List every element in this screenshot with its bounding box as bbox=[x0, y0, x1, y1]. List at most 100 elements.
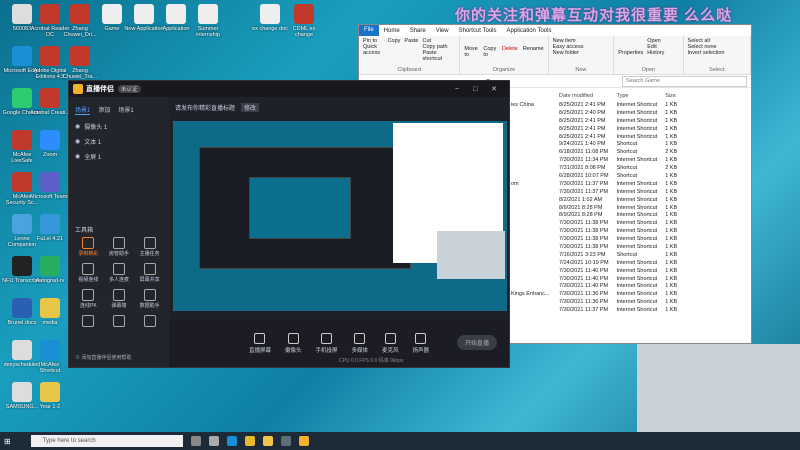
start-live-button[interactable]: 开始直播 bbox=[456, 335, 497, 350]
tool-item[interactable] bbox=[134, 315, 165, 328]
store-icon[interactable] bbox=[280, 436, 291, 446]
table-row[interactable]: 7/30/2021 11:38 PM Internet Shortcut 1 KB bbox=[507, 227, 681, 235]
source-button[interactable]: 摄像头 bbox=[285, 332, 301, 354]
tool-item[interactable]: 屏幕共享 bbox=[134, 263, 165, 283]
desktop-icon[interactable]: Summer internship bbox=[188, 4, 228, 38]
table-row[interactable]: 8/2/2021 1:02 AM Internet Shortcut 1 KB bbox=[507, 196, 681, 204]
table-row[interactable]: 8/25/2021 2:40 PM Internet Shortcut 1 KB bbox=[507, 109, 681, 117]
scene-tab-1[interactable]: 场景1 bbox=[75, 105, 91, 115]
tool-item[interactable]: 视频连线 bbox=[73, 263, 104, 283]
table-row[interactable]: 8/25/2021 2:41 PM Internet Shortcut 1 KB bbox=[507, 117, 681, 125]
tool-item[interactable]: 连线PK bbox=[73, 289, 104, 309]
task-view-icon[interactable] bbox=[190, 436, 201, 446]
table-row[interactable]: 7/30/2021 11:37 PM Internet Shortcut 1 KB bbox=[507, 306, 681, 314]
table-row[interactable]: 7/30/2021 11:38 PM Internet Shortcut 1 KB bbox=[507, 235, 681, 243]
eye-icon[interactable]: ◉ bbox=[75, 153, 80, 160]
stream-preview[interactable] bbox=[173, 121, 507, 311]
desktop-icon[interactable]: media bbox=[30, 298, 70, 326]
layer-fullscreen[interactable]: ◉ 全屏 1 bbox=[69, 149, 169, 164]
tab-home[interactable]: Home bbox=[379, 28, 405, 34]
window-controls[interactable]: − □ ✕ bbox=[455, 85, 503, 93]
tab-view[interactable]: View bbox=[431, 28, 454, 34]
source-button[interactable]: 多媒体 bbox=[352, 332, 368, 354]
edit-title-button[interactable]: 修改 bbox=[241, 103, 260, 112]
task-manager-icon[interactable] bbox=[208, 436, 219, 446]
tab-shortcut-tools[interactable]: Shortcut Tools bbox=[454, 28, 502, 34]
desktop-icon[interactable]: CDML ex change bbox=[284, 4, 324, 38]
table-row[interactable]: 7/30/2021 11:37 PM Internet Shortcut 1 KB bbox=[507, 188, 681, 196]
table-row[interactable]: 8/9/2021 8:28 PM Internet Shortcut 1 KB bbox=[507, 204, 681, 212]
copy-to-button[interactable]: Copy to bbox=[483, 46, 497, 58]
tool-item[interactable]: 主播任务 bbox=[134, 237, 165, 257]
table-row[interactable]: 6/18/2021 11:08 PM Shortcut 2 KB bbox=[507, 148, 681, 156]
tool-item[interactable]: 房管助手 bbox=[104, 237, 135, 257]
source-button[interactable]: 麦克风 bbox=[382, 332, 399, 354]
column-size[interactable]: Size bbox=[661, 91, 681, 101]
tab-application-tools[interactable]: Application Tools bbox=[502, 28, 557, 34]
history-button[interactable]: History bbox=[647, 50, 664, 56]
copy-button[interactable]: Copy bbox=[388, 38, 401, 62]
table-row[interactable]: 8/9/2021 8:28 PM Internet Shortcut 1 KB bbox=[507, 211, 681, 219]
column-name[interactable] bbox=[507, 91, 555, 101]
source-button[interactable]: 扬声器 bbox=[413, 332, 429, 354]
invert-selection-button[interactable]: Invert selection bbox=[688, 50, 746, 56]
live-companion-taskbar-icon[interactable] bbox=[298, 436, 309, 446]
table-row[interactable]: 7/30/2021 11:40 PM Internet Shortcut 1 KB bbox=[507, 275, 681, 283]
tool-item[interactable]: 弹幕墙 bbox=[104, 289, 135, 309]
table-row[interactable]: 7/30/2021 11:40 PM Internet Shortcut 1 KB bbox=[507, 267, 681, 275]
search-input[interactable]: Search Game bbox=[622, 75, 747, 87]
desktop-icon[interactable]: Year 1-2 bbox=[30, 382, 70, 410]
column-date-modified[interactable]: Date modified bbox=[555, 91, 613, 101]
desktop-icon[interactable]: McAfee Shortcut bbox=[30, 340, 70, 374]
explorer-icon[interactable] bbox=[262, 436, 273, 446]
move-to-button[interactable]: Move to bbox=[464, 46, 478, 58]
column-type[interactable]: Type bbox=[613, 91, 662, 101]
paste-shortcut-button[interactable]: Paste shortcut bbox=[423, 50, 456, 62]
scene-tab-2[interactable]: 场景1 bbox=[118, 105, 133, 115]
layer-text[interactable]: ◉ 文本 1 bbox=[69, 134, 169, 149]
desktop-icon[interactable]: Autograd-rv bbox=[30, 256, 70, 284]
tab-file[interactable]: File bbox=[359, 25, 379, 36]
paste-button[interactable]: Paste bbox=[404, 38, 418, 62]
tool-item[interactable] bbox=[73, 315, 104, 328]
desktop-icon[interactable]: Microsoft Teams bbox=[30, 172, 70, 200]
table-row[interactable]: 7/30/2021 11:38 PM Internet Shortcut 1 KB bbox=[507, 219, 681, 227]
desktop-icon[interactable]: FuLei 4.21 bbox=[30, 214, 70, 242]
properties-button[interactable]: Properties bbox=[618, 38, 643, 56]
pin-quick-access-button[interactable]: Pin to Quick access bbox=[363, 38, 384, 62]
desktop-icon[interactable]: Acrobat Creati... bbox=[30, 88, 70, 116]
table-row[interactable]: 7/16/2021 3:23 PM Shortcut 1 KB bbox=[507, 251, 681, 259]
table-row[interactable]: 7/30/2021 11:38 PM Internet Shortcut 1 KB bbox=[507, 243, 681, 251]
table-row[interactable]: 6/28/2021 10:07 PM Shortcut 1 KB bbox=[507, 172, 681, 180]
source-button[interactable]: 直播屏幕 bbox=[249, 332, 271, 354]
room-title[interactable]: 请发布你精彩直播标题 bbox=[175, 103, 235, 112]
table-row[interactable]: 7/30/2021 11:36 PM Internet Shortcut 1 KB bbox=[507, 298, 681, 306]
table-row[interactable]: 7/31/2021 8:08 PM Shortcut 2 KB bbox=[507, 164, 681, 172]
table-row[interactable]: 7/30/2021 11:40 PM Internet Shortcut 1 KB bbox=[507, 282, 681, 290]
tool-item[interactable] bbox=[104, 315, 135, 328]
layer-camera[interactable]: ◉ 摄像头 1 bbox=[69, 119, 169, 134]
source-button[interactable]: 手机投屏 bbox=[315, 332, 338, 354]
table-row[interactable]: om 7/30/2021 11:37 PM Internet Shortcut 1 K… bbox=[507, 180, 681, 188]
tool-item[interactable]: 多人连麦 bbox=[104, 263, 135, 283]
table-row[interactable]: ies China 8/25/2021 2:41 PM Internet Short… bbox=[507, 101, 681, 109]
delete-button[interactable]: Delete bbox=[502, 46, 518, 58]
table-row[interactable]: Kings Enhanc... 7/30/2021 11:36 PM Interne… bbox=[507, 290, 681, 298]
desktop-icon[interactable]: Zoom bbox=[30, 130, 70, 158]
eye-icon[interactable]: ◉ bbox=[75, 123, 80, 130]
tab-share[interactable]: Share bbox=[405, 28, 431, 34]
verify-badge[interactable]: 未认证 bbox=[118, 85, 141, 93]
table-row[interactable]: 7/30/2021 11:34 PM Internet Shortcut 1 KB bbox=[507, 156, 681, 164]
add-scene-tab[interactable]: 添加 bbox=[98, 105, 110, 115]
eye-icon[interactable]: ◉ bbox=[75, 138, 80, 145]
table-row[interactable]: 8/25/2021 2:41 PM Internet Shortcut 1 KB bbox=[507, 133, 681, 141]
table-row[interactable]: 9/24/2021 1:40 PM Shortcut 1 KB bbox=[507, 140, 681, 148]
start-icon[interactable]: ⊞ bbox=[4, 437, 11, 446]
table-row[interactable]: 8/25/2021 2:41 PM Internet Shortcut 1 KB bbox=[507, 125, 681, 133]
help-note[interactable]: ※ 添加直播伴侣使用帮助 bbox=[75, 354, 131, 361]
tool-item[interactable]: 数据助手 bbox=[134, 289, 165, 309]
edge-icon[interactable] bbox=[226, 436, 237, 446]
table-row[interactable]: 7/24/2021 10:19 PM Internet Shortcut 1 KB bbox=[507, 259, 681, 267]
new-folder-button[interactable]: New folder bbox=[553, 50, 610, 56]
desktop-icon[interactable]: Zhang Chuwei_Tra... bbox=[60, 46, 100, 80]
